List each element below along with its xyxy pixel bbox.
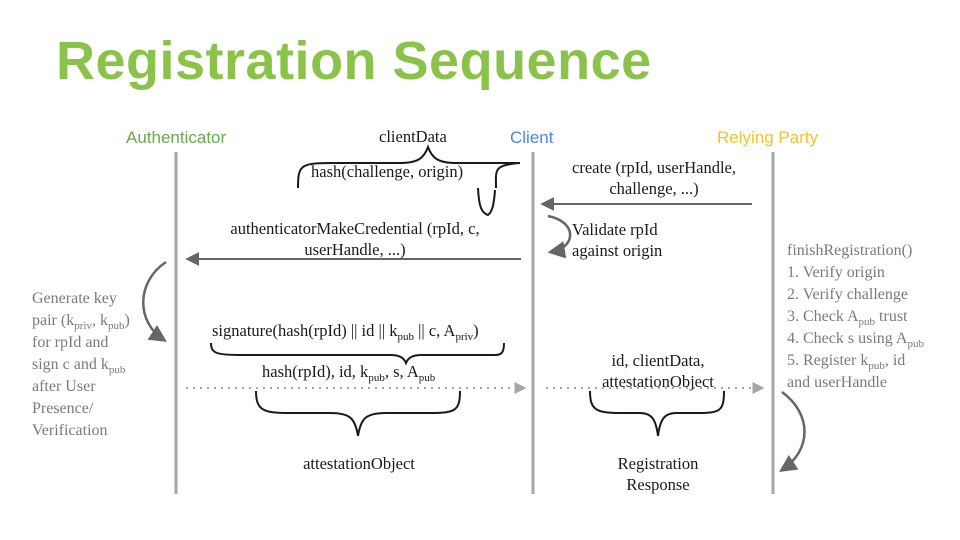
brace-registration-response xyxy=(589,390,725,437)
loop-generate-key xyxy=(142,260,167,342)
label-hash-challenge: hash(challenge, origin) xyxy=(311,162,464,181)
loop-validate xyxy=(547,214,572,259)
brace-attestation xyxy=(255,390,461,437)
label-client-response: id, clientData, attestationObject xyxy=(602,351,714,391)
label-validate-rpid: Validate rpId against origin xyxy=(572,220,663,260)
label-client-data: clientData xyxy=(379,127,447,146)
label-make-credential: authenticatorMakeCredential (rpId, c, us… xyxy=(230,219,480,259)
relying-party-steps: finishRegistration() 1. Verify origin 2.… xyxy=(787,242,924,391)
label-attestation-object: attestationObject xyxy=(303,454,415,473)
label-registration-response: Registration Response xyxy=(617,454,699,494)
loop-finish-registration xyxy=(779,390,806,472)
label-create: create (rpId, userHandle, challenge, ...… xyxy=(572,158,736,198)
label-hash-rpid: hash(rpId), id, kpub, s, Apub xyxy=(262,362,436,384)
authenticator-note: Generate key pair (kpriv, kpub) for rpId… xyxy=(32,290,130,439)
brace-hash-challenge xyxy=(477,187,496,217)
brace-signature xyxy=(210,342,505,366)
label-signature: signature(hash(rpId) || id || kpub || c,… xyxy=(212,321,479,343)
